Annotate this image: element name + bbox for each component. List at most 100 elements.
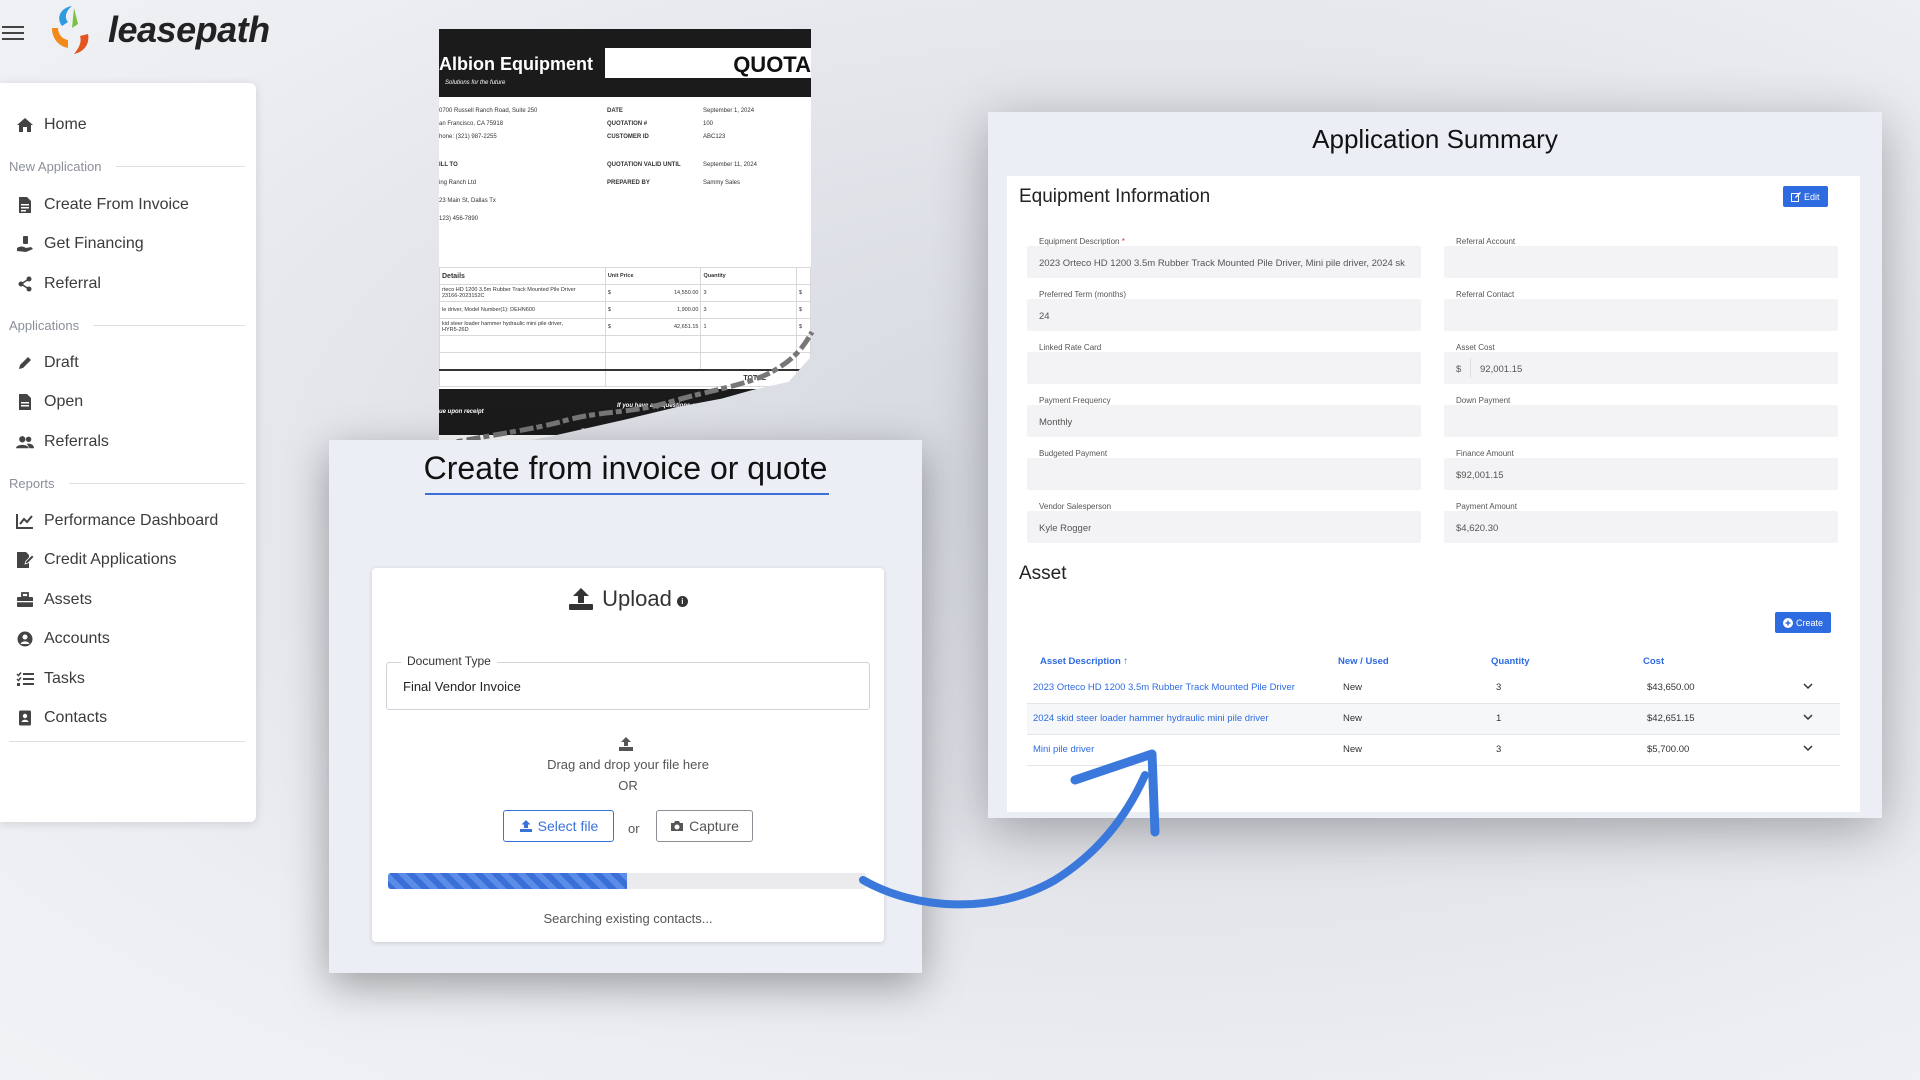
referral-contact-field[interactable]: Referral Contact — [1444, 290, 1838, 331]
payment-frequency-field[interactable]: Payment Frequency Monthly — [1027, 396, 1421, 437]
preferred-term-field[interactable]: Preferred Term (months) 24 — [1027, 290, 1421, 331]
document-type-value: Final Vendor Invoice — [403, 679, 521, 694]
edit-button[interactable]: Edit — [1783, 186, 1828, 207]
sidebar-item-tasks[interactable]: Tasks — [16, 667, 85, 691]
sidebar-item-label: Assets — [44, 591, 93, 608]
create-from-invoice-panel: Create from invoice or quote Upload i Do… — [329, 440, 922, 973]
invoice-unit-price-label: Unit Price — [604, 267, 702, 285]
down-payment-field[interactable]: Down Payment — [1444, 396, 1838, 437]
chevron-down-icon[interactable] — [1802, 711, 1814, 723]
budgeted-payment-field[interactable]: Budgeted Payment — [1027, 449, 1421, 490]
sidebar-item-referral[interactable]: Referral — [16, 272, 101, 296]
invoice-tagline: Solutions for the future — [445, 80, 506, 86]
sidebar-item-contacts[interactable]: Contacts — [16, 706, 107, 730]
document-type-label: Document Type — [401, 654, 497, 668]
edit-document-icon — [16, 551, 34, 569]
drop-zone-text[interactable]: Drag and drop your file here — [372, 757, 884, 772]
capture-button[interactable]: Capture — [656, 810, 753, 842]
document-type-select[interactable]: Document Type Final Vendor Invoice — [386, 654, 870, 710]
asset-section-title: Asset — [1019, 563, 1067, 584]
asset-description-header[interactable]: Asset Description ↑ — [1040, 656, 1128, 667]
invoice-meta-value: 100 — [703, 121, 714, 127]
menu-icon[interactable] — [2, 26, 24, 40]
upload-progress-bar — [388, 873, 866, 889]
document-icon — [16, 393, 34, 411]
users-icon — [16, 433, 34, 451]
panel-title: Create from invoice or quote — [423, 450, 828, 486]
paper-tear-edge — [439, 330, 815, 448]
line-chart-icon — [16, 512, 34, 530]
section-applications: Applications — [9, 318, 245, 333]
section-new-application: New Application — [9, 159, 245, 174]
invoice-company: Albion Equipment — [439, 54, 593, 74]
quantity-header[interactable]: Quantity — [1491, 656, 1530, 667]
sidebar-item-accounts[interactable]: Accounts — [16, 627, 110, 651]
asset-link[interactable]: 2024 skid steer loader hammer hydraulic … — [1033, 713, 1269, 724]
sidebar-item-create-from-invoice[interactable]: Create From Invoice — [16, 193, 189, 217]
invoice-meta-value: September 1, 2024 — [703, 108, 755, 114]
asset-row: 2023 Orteco HD 1200 3.5m Rubber Track Mo… — [1027, 673, 1840, 704]
vendor-salesperson-field[interactable]: Vendor Salesperson Kyle Rogger — [1027, 502, 1421, 543]
invoice-icon — [16, 196, 34, 214]
toolbox-icon — [16, 591, 34, 609]
invoice-quantity-label: Quantity — [700, 267, 798, 285]
asset-cost-field[interactable]: Asset Cost $ 92,001.15 — [1444, 343, 1838, 384]
drop-upload-icon — [619, 737, 633, 751]
sidebar-item-credit-applications[interactable]: Credit Applications — [16, 548, 177, 572]
plus-circle-icon — [1783, 617, 1793, 628]
linked-rate-card-field[interactable]: Linked Rate Card — [1027, 343, 1421, 384]
select-file-button[interactable]: Select file — [503, 810, 614, 842]
invoice-table-header: Details Unit Price Quantity — [439, 267, 811, 285]
sidebar-divider — [9, 741, 245, 742]
progress-fill — [388, 873, 627, 889]
invoice-prepared-label: PREPARED BY — [607, 180, 650, 186]
share-icon — [16, 275, 34, 293]
sidebar-item-home[interactable]: Home — [16, 113, 87, 137]
sidebar-item-label: Referrals — [44, 433, 109, 450]
summary-title: Application Summary — [1312, 124, 1558, 154]
chevron-down-icon[interactable] — [1802, 680, 1814, 692]
cost-header[interactable]: Cost — [1643, 656, 1664, 667]
new-used-header[interactable]: New / Used — [1338, 656, 1389, 667]
pencil-icon — [16, 354, 34, 372]
invoice-address: an Francisco, CA 75918 — [439, 121, 504, 127]
application-summary-panel: Application Summary Equipment Informatio… — [988, 112, 1882, 818]
upload-card: Upload i Document Type Final Vendor Invo… — [372, 568, 884, 942]
section-reports: Reports — [9, 476, 245, 491]
sidebar-item-performance-dashboard[interactable]: Performance Dashboard — [16, 509, 218, 533]
sidebar-item-label: Credit Applications — [44, 551, 177, 568]
equipment-description-field[interactable]: Equipment Description * 2023 Orteco HD 1… — [1027, 237, 1421, 278]
invoice-address: 0700 Russell Ranch Road, Suite 250 — [439, 108, 538, 114]
sidebar-item-draft[interactable]: Draft — [16, 351, 79, 375]
upload-header: Upload i — [372, 586, 884, 612]
leasepath-logo-icon — [52, 6, 89, 54]
info-icon[interactable]: i — [676, 595, 688, 607]
create-asset-button[interactable]: Create — [1775, 612, 1832, 633]
sidebar-item-label: Tasks — [44, 670, 85, 687]
asset-link[interactable]: 2023 Orteco HD 1200 3.5m Rubber Track Mo… — [1033, 682, 1295, 693]
sidebar: Home New Application Create From Invoice… — [0, 83, 256, 822]
chevron-down-icon[interactable] — [1802, 742, 1814, 754]
referral-account-field[interactable]: Referral Account — [1444, 237, 1838, 278]
sidebar-item-label: Home — [44, 116, 87, 133]
drop-or-text: OR — [618, 778, 638, 793]
home-icon — [16, 116, 34, 134]
sidebar-item-open[interactable]: Open — [16, 390, 83, 414]
invoice-prepared-value: Sammy Sales — [703, 180, 741, 186]
sidebar-item-assets[interactable]: Assets — [16, 588, 92, 612]
invoice-line: le driver, Model Number(1): DEHN600 $1,9… — [439, 301, 811, 319]
upload-icon — [569, 588, 594, 610]
brand-logo[interactable]: leasepath — [44, 2, 270, 58]
invoice-bill-to: 123) 456-7890 — [439, 216, 479, 222]
finance-amount-field[interactable]: Finance Amount $92,001.15 — [1444, 449, 1838, 490]
title-underline — [425, 493, 829, 495]
invoice-bill-to-label: ILL TO — [439, 162, 458, 168]
progress-status: Searching existing contacts... — [543, 911, 713, 926]
sidebar-item-get-financing[interactable]: Get Financing — [16, 232, 144, 256]
invoice-bill-to: ing Ranch Ltd — [439, 180, 477, 186]
invoice-meta-label: CUSTOMER ID — [607, 134, 649, 140]
sidebar-item-referrals[interactable]: Referrals — [16, 430, 109, 454]
payment-amount-field[interactable]: Payment Amount $4,620.30 — [1444, 502, 1838, 543]
sidebar-item-label: Contacts — [44, 709, 108, 726]
sidebar-item-label: Create From Invoice — [44, 196, 189, 213]
